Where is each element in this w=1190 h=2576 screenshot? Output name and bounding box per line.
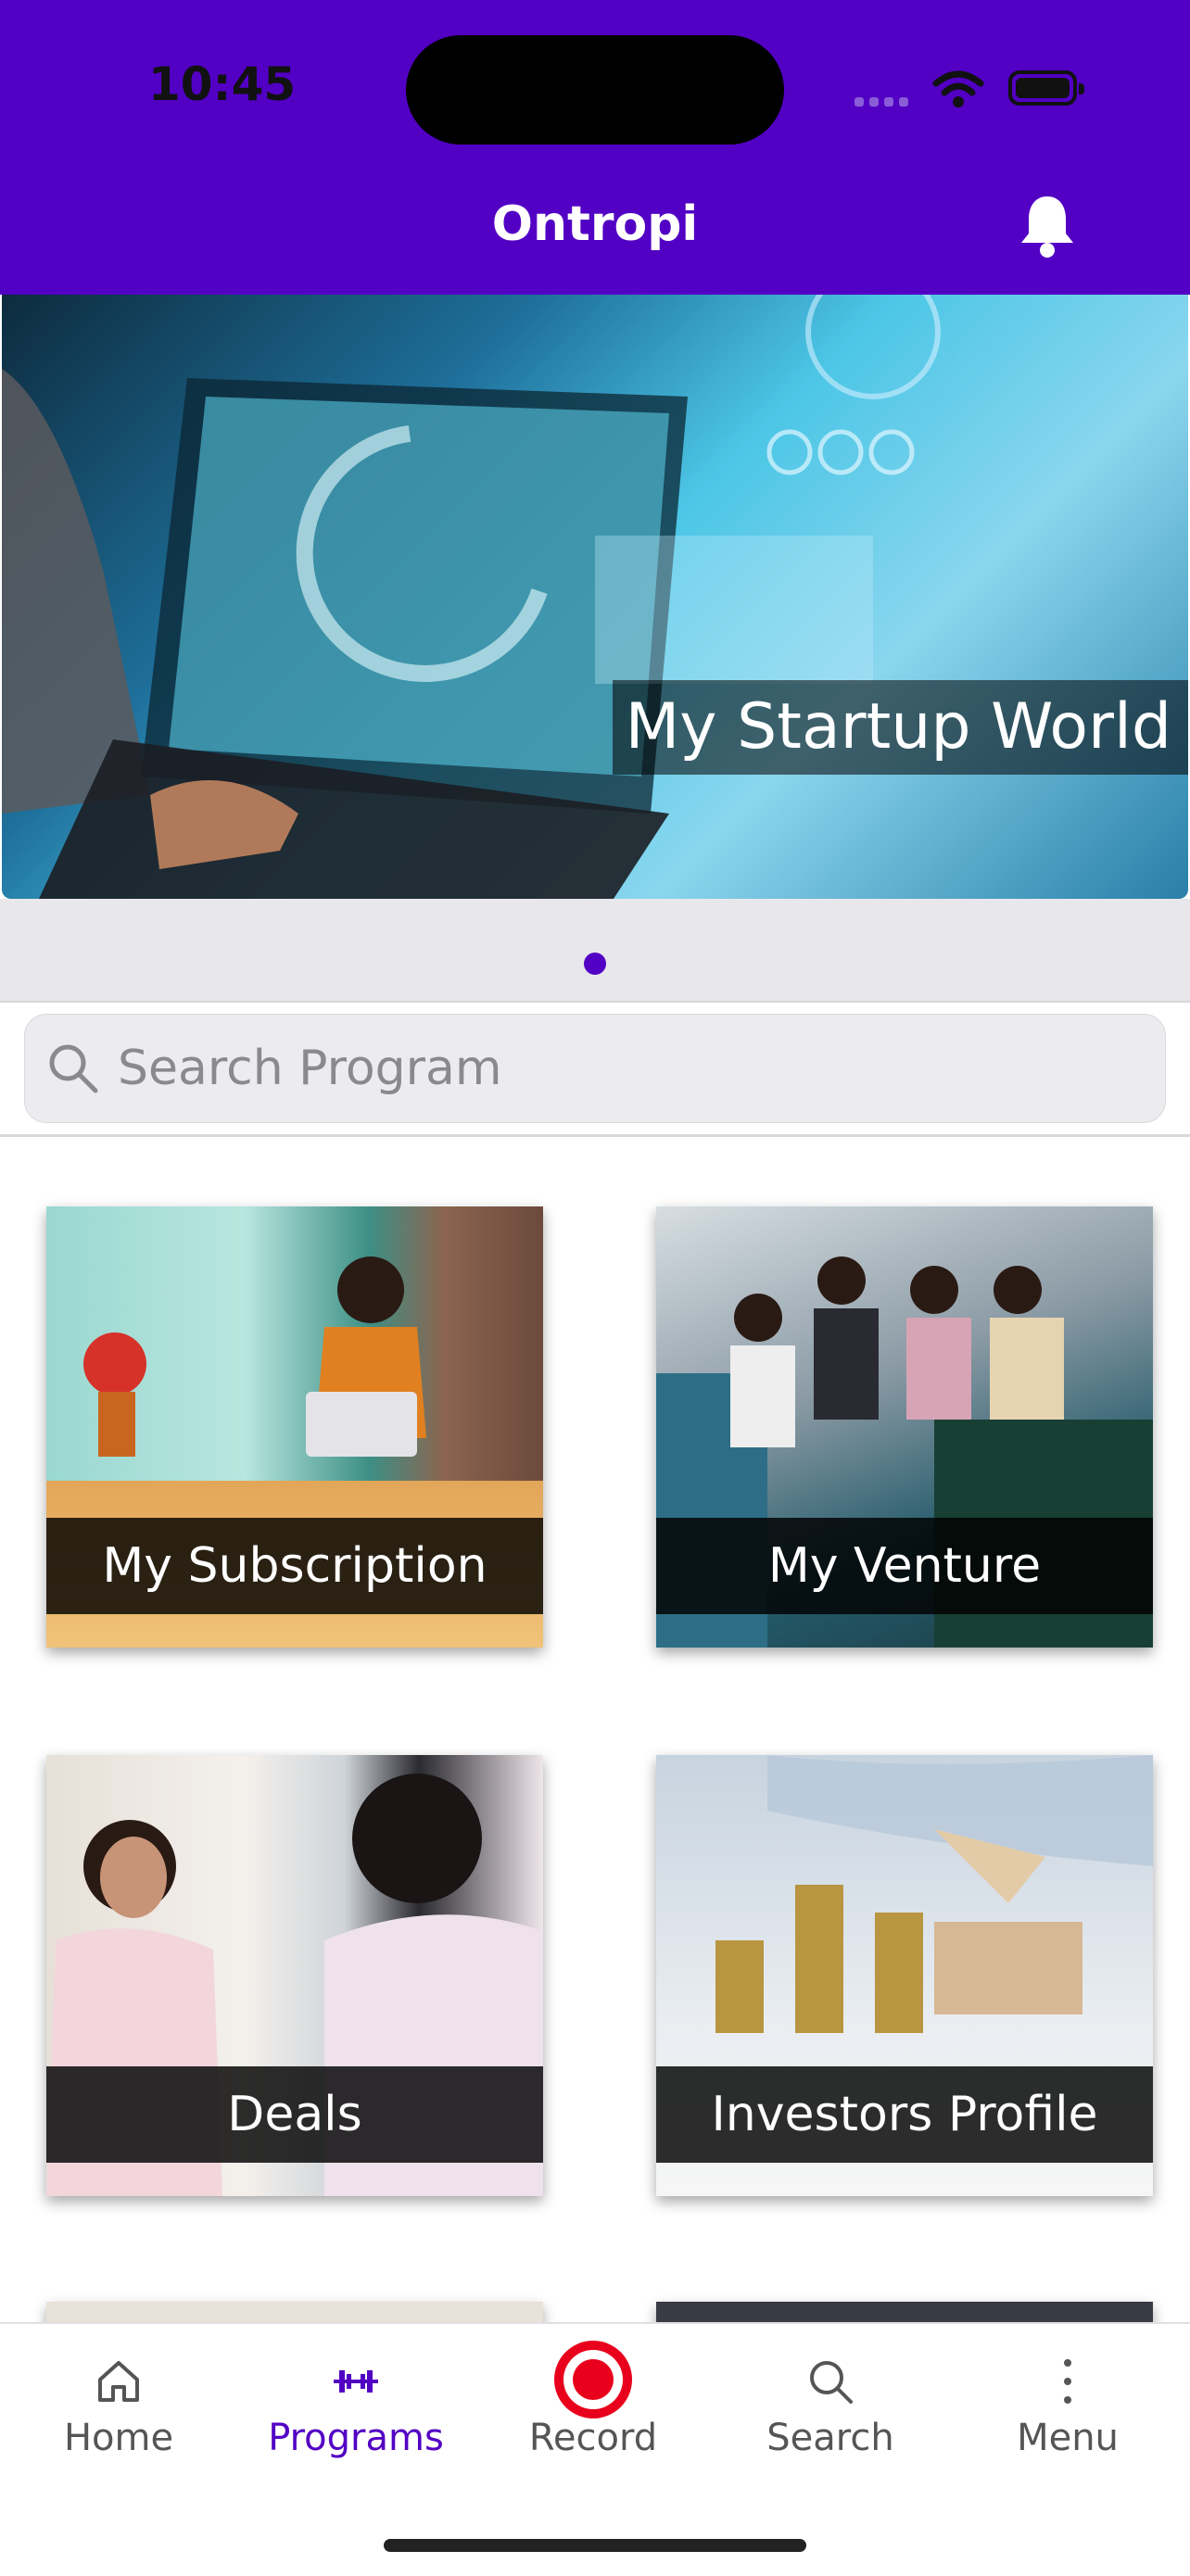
- app-title: Ontropi: [491, 196, 699, 252]
- dynamic-island: [406, 35, 784, 145]
- tile-label: Deals: [46, 2066, 543, 2163]
- dumbbell-icon: [334, 2370, 378, 2393]
- search-input[interactable]: Search Program: [24, 1014, 1166, 1123]
- search-icon: [810, 2361, 853, 2404]
- home-indicator[interactable]: [384, 2539, 806, 2552]
- tab-label: Home: [63, 2417, 174, 2459]
- tab-home[interactable]: Home: [17, 2355, 221, 2459]
- search-icon: [49, 1044, 98, 1093]
- program-tile-my-subscription[interactable]: My Subscription: [46, 1206, 543, 1648]
- program-tile-my-venture[interactable]: My Venture: [656, 1206, 1153, 1648]
- tab-label: Menu: [1017, 2417, 1119, 2459]
- program-tile-deals[interactable]: Deals: [46, 1755, 543, 2196]
- tab-label: Programs: [268, 2417, 444, 2459]
- more-vertical-icon: [1064, 2359, 1071, 2404]
- tab-label: Search: [766, 2417, 894, 2459]
- tab-menu[interactable]: Menu: [966, 2355, 1170, 2459]
- search-placeholder: Search Program: [118, 1041, 502, 1096]
- banner-image: [2, 295, 941, 899]
- tab-programs[interactable]: Programs: [254, 2355, 458, 2459]
- battery-icon: [1008, 70, 1084, 106]
- tab-record[interactable]: Record: [491, 2341, 695, 2459]
- tile-label: Investors Profile: [656, 2066, 1153, 2163]
- app-header: 10:45 Ontropi: [0, 0, 1190, 295]
- bell-icon[interactable]: [1018, 193, 1077, 259]
- banner-caption: My Startup World: [612, 680, 1188, 775]
- divider: [0, 1134, 1190, 1137]
- status-time: 10:45: [148, 57, 297, 111]
- program-tile-investors-profile[interactable]: Investors Profile: [656, 1755, 1153, 2196]
- wifi-icon: [932, 70, 984, 107]
- tab-label: Record: [528, 2417, 658, 2459]
- signal-icon: [855, 93, 914, 110]
- tab-search[interactable]: Search: [728, 2355, 932, 2459]
- tile-label: My Subscription: [46, 1518, 543, 1614]
- carousel-dot-active[interactable]: [584, 953, 606, 975]
- carousel-pager: [0, 899, 1190, 1003]
- banner-carousel-slide[interactable]: My Startup World: [2, 295, 1188, 899]
- tile-label: My Venture: [656, 1518, 1153, 1614]
- home-icon: [98, 2361, 139, 2402]
- record-icon: [554, 2341, 632, 2418]
- bottom-tab-bar: Home Programs Record Search Menu: [0, 2322, 1190, 2576]
